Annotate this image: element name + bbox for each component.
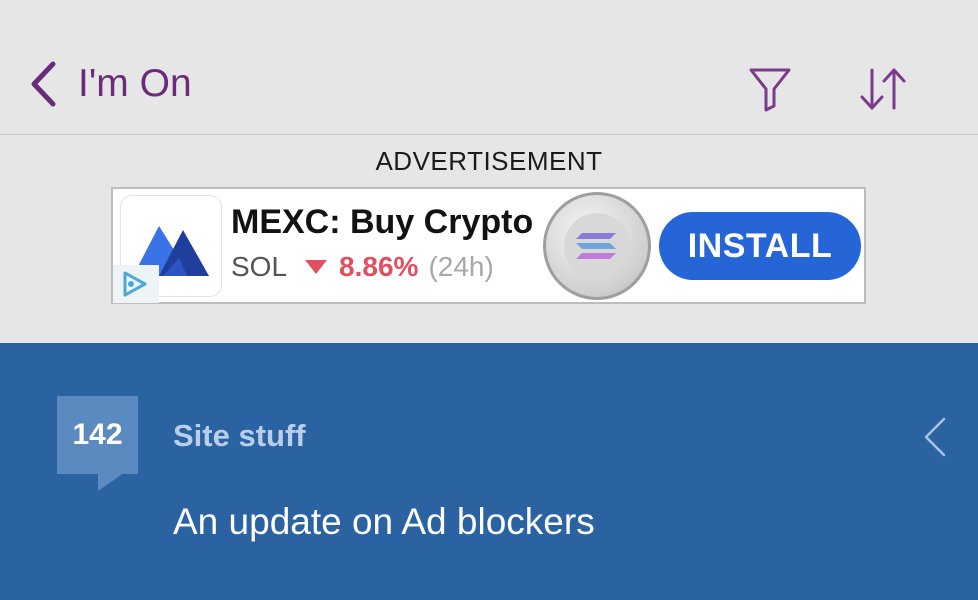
adchoices-icon[interactable]: [113, 265, 159, 303]
back-label: I'm On: [78, 62, 192, 105]
ad-period: (24h): [428, 251, 494, 282]
ad-symbol: SOL: [231, 251, 288, 282]
filter-button[interactable]: [748, 66, 792, 112]
speech-bubble-tail: [98, 473, 124, 491]
advertisement-caption: ADVERTISEMENT: [375, 146, 603, 176]
ad-banner[interactable]: MEXC: Buy Crypto SOL 8.86% (24h) INSTALL: [111, 187, 866, 304]
thread-row[interactable]: 142 Site stuff An update on Ad blockers: [0, 343, 978, 600]
back-button[interactable]: I'm On: [28, 58, 192, 110]
swipe-chevron-icon[interactable]: [920, 415, 950, 459]
ad-price-change: SOL 8.86% (24h): [231, 251, 494, 283]
thread-category: Site stuff: [173, 418, 306, 453]
solana-coin-icon: [543, 192, 651, 300]
reply-count-badge: 142: [57, 396, 138, 474]
advertisement-section: ADVERTISEMENT MEXC: Buy Crypto SOL 8.86%…: [0, 136, 978, 342]
ad-title: MEXC: Buy Crypto: [231, 203, 534, 241]
install-button[interactable]: INSTALL: [659, 212, 861, 280]
chevron-left-icon: [31, 61, 56, 107]
sort-icon: [860, 68, 906, 110]
sort-button[interactable]: [858, 66, 908, 112]
down-arrow-icon: [305, 260, 328, 274]
thread-title: An update on Ad blockers: [173, 501, 595, 542]
top-navigation-bar: I'm On: [0, 0, 978, 135]
ad-change-value: 8.86%: [339, 251, 419, 282]
filter-icon: [749, 68, 791, 112]
